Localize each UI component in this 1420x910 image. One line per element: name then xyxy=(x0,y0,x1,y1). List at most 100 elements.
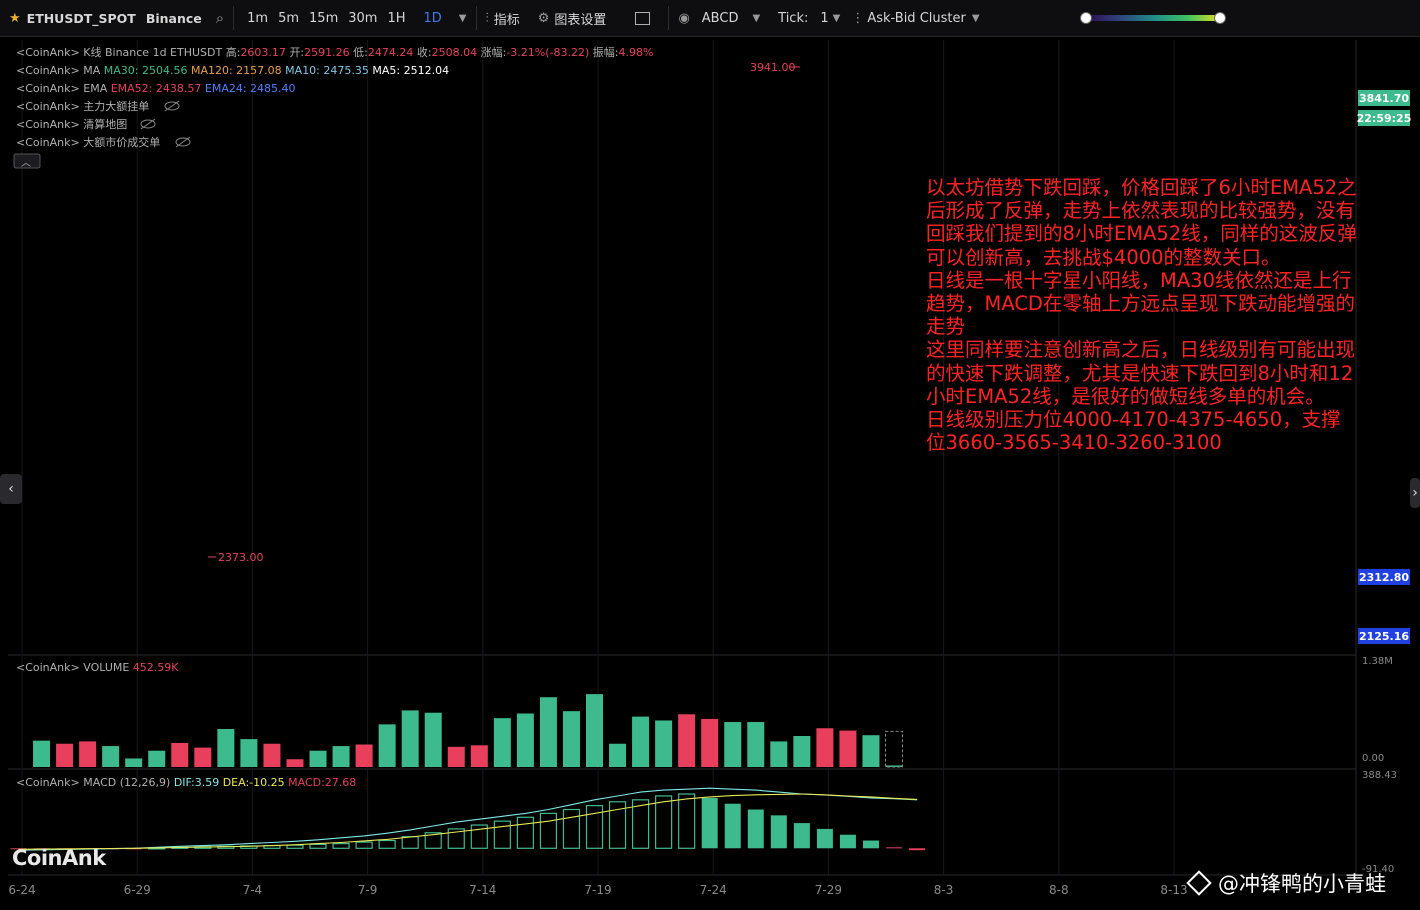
hline-1-value: 2312.80 xyxy=(1359,571,1409,584)
slider-handle-left[interactable] xyxy=(1080,12,1092,24)
annotation-paragraph-1: 以太坊借势下跌回踩，价格回踩了6小时EMA52之后形成了反弹，走势上依然表现的比… xyxy=(926,176,1357,269)
chevron-down-icon: ▼ xyxy=(971,12,980,24)
diamond-icon xyxy=(1186,870,1212,896)
svg-text:<CoinAnk> MACD (12,26,9) DIF: <CoinAnk> MACD (12,26,9) DIF:3.59 DEA:-1… xyxy=(16,776,356,789)
volume-bar xyxy=(586,694,603,767)
scroll-right-button[interactable]: › xyxy=(1410,478,1420,508)
volume-bar xyxy=(148,750,166,767)
legend-ma-name: MA xyxy=(83,64,100,77)
svg-text:<CoinAnk> MA MA30: 2504.56 MA: <CoinAnk> MA MA30: 2504.56 MA120: 2157.0… xyxy=(16,64,449,77)
x-tick-label: 8-13 xyxy=(1160,883,1187,897)
legend-volume: <CoinAnk> VOLUME 452.59K xyxy=(16,661,179,674)
indicators-button[interactable]: ⫶ 指标 xyxy=(477,0,529,36)
volume-bar xyxy=(793,735,811,767)
volume-layer xyxy=(33,694,904,768)
x-tick-label: 7-19 xyxy=(584,883,611,897)
macd-histogram-bar xyxy=(701,797,718,849)
macd-histogram-bar xyxy=(862,840,879,849)
chevron-right-icon: › xyxy=(1412,485,1418,501)
hline-tag-1: 2312.80 xyxy=(1358,569,1410,585)
search-icon[interactable]: ⌕ xyxy=(216,9,224,27)
chart-settings-button[interactable]: ⚙ 图表设置 xyxy=(529,0,616,36)
volume-bar xyxy=(447,746,465,767)
timeframe-30m[interactable]: 30m xyxy=(343,11,382,26)
macd-histogram-bar xyxy=(516,816,534,849)
symbol-selector[interactable]: ★ ETHUSDT_SPOT Binance ⌕ xyxy=(0,0,233,36)
drawing-tool-selector[interactable]: ◉ ABCD ▼ xyxy=(669,0,769,36)
legend-macd-name: MACD xyxy=(83,776,116,789)
current-price-value: 3841.70 xyxy=(1359,92,1409,105)
tick-value: 1 xyxy=(820,10,829,26)
legend-ma10: MA10: 2475.35 xyxy=(285,64,369,77)
volume-tick-label: 1.38M xyxy=(1362,656,1393,667)
x-tick-label: 8-8 xyxy=(1049,883,1069,897)
volume-bar xyxy=(816,728,834,767)
macd-histogram-bar xyxy=(493,820,511,849)
star-icon[interactable]: ★ xyxy=(9,11,21,26)
macd-histogram-bar xyxy=(332,843,350,849)
legend-liquidation-map: <CoinAnk> 清算地图 xyxy=(16,117,127,131)
volume-bar xyxy=(701,718,719,767)
macd-histogram-bar xyxy=(816,828,833,849)
legend-kline-name: K线 xyxy=(83,45,101,59)
tick-label: Tick: xyxy=(778,10,809,26)
volume-bar xyxy=(194,747,212,767)
legend-volume-value: 452.59K xyxy=(133,661,179,674)
legend-dea: DEA:-10.25 xyxy=(223,776,285,789)
slider-handle-right[interactable] xyxy=(1214,12,1226,24)
tick-selector[interactable]: Tick: 1 ▼ xyxy=(769,0,849,36)
hline-tag-2: 2125.16 xyxy=(1358,628,1410,644)
volume-bar-current xyxy=(885,730,904,768)
eye-off-icon[interactable] xyxy=(140,118,156,130)
legend-ma: <CoinAnk> MA MA30: 2504.56 MA120: 2157.0… xyxy=(16,64,449,77)
macd-histogram-bar xyxy=(724,803,741,849)
color-range-slider[interactable] xyxy=(1080,12,1226,24)
timeframe-15m[interactable]: 15m xyxy=(304,11,343,26)
watermark-text: @冲锋鸭的小青蛙 xyxy=(1218,872,1386,896)
coinank-logo: CoinAnk xyxy=(12,846,106,870)
volume-bar xyxy=(770,741,788,767)
analysis-annotation: 以太坊借势下跌回踩，价格回踩了6小时EMA52之后形成了反弹，走势上依然表现的比… xyxy=(926,176,1360,454)
svg-text:<CoinAnk> EMA EMA52: 2438.57: <CoinAnk> EMA EMA52: 2438.57 EMA24: 2485… xyxy=(16,82,296,95)
eye-off-icon[interactable] xyxy=(164,100,180,112)
timeframe-1m[interactable]: 1m xyxy=(242,11,273,26)
volume-bar xyxy=(355,744,373,767)
chevron-down-icon[interactable]: ▼ xyxy=(459,13,467,24)
legend-change-label: 涨幅: xyxy=(481,46,507,59)
eye-off-icon[interactable] xyxy=(175,136,191,148)
volume-bar xyxy=(632,716,650,767)
macd-histogram-bar xyxy=(886,847,903,849)
volume-bar xyxy=(562,711,580,767)
legend-ma5: MA5: 2512.04 xyxy=(372,64,449,77)
legend-macd-params: (12,26,9) xyxy=(120,776,171,789)
legend-amp-label: 振幅: xyxy=(593,45,619,59)
legend-large-trades: <CoinAnk> 大额市价成交单 xyxy=(16,135,160,149)
volume-bar xyxy=(125,758,143,767)
fullscreen-button[interactable] xyxy=(615,0,668,36)
timeframe-5m[interactable]: 5m xyxy=(273,11,304,26)
volume-bar xyxy=(839,730,857,767)
chevron-left-icon: ‹ xyxy=(8,481,14,497)
collapse-legend-button[interactable]: ︿ xyxy=(13,153,41,169)
volume-bar xyxy=(516,713,534,767)
macd-tick-label: 388.43 xyxy=(1362,770,1397,781)
legend-low-label: 低: xyxy=(353,46,368,59)
annotation-paragraph-2: 日线是一根十字星小阳线，MA30线依然还是上行趋势，MACD在零轴上方远点呈现下… xyxy=(926,268,1355,339)
legend-change: -3.21%(-83.22) xyxy=(506,46,589,59)
x-tick-label: 8-3 xyxy=(934,883,954,897)
volume-bar xyxy=(309,750,327,767)
exchange-name: Binance xyxy=(145,10,202,26)
timeframe-1d[interactable]: 1D xyxy=(419,11,447,26)
scroll-left-button[interactable]: ‹ xyxy=(0,474,22,504)
chart-area[interactable]: 6-24 6-29 7-4 7-9 7-14 7-19 7-24 7-29 8-3 8-8 8-13… xyxy=(0,37,1420,910)
volume-tick-label: 0.00 xyxy=(1362,753,1384,764)
eye-icon: ◉ xyxy=(678,10,690,26)
chevron-down-icon: ▼ xyxy=(832,12,841,24)
legend-macd: <CoinAnk> MACD (12,26,9) DIF:3.59 DEA:-1… xyxy=(16,776,356,789)
cluster-selector[interactable]: ⋮ Ask-Bid Cluster ▼ xyxy=(849,0,988,36)
legend-volume-name: VOLUME xyxy=(83,661,129,674)
volume-bar xyxy=(493,718,511,767)
timeframe-1h[interactable]: 1H xyxy=(382,11,410,26)
legend-open-label: 开: xyxy=(289,46,304,59)
current-price-tag: 3841.70 22:59:25 xyxy=(1357,90,1411,126)
